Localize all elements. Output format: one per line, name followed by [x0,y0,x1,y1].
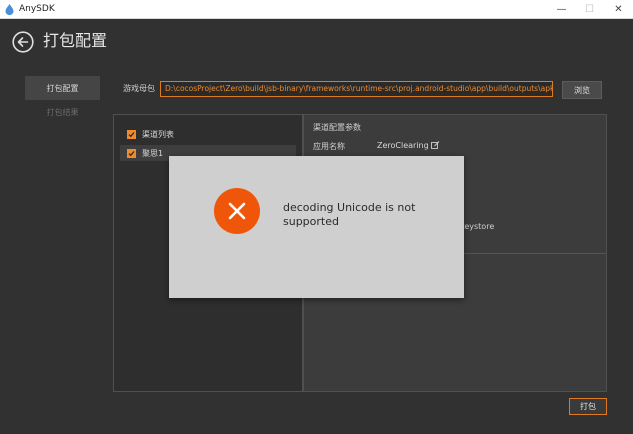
error-x-icon [214,188,260,234]
side-nav: 打包配置 打包结果 [25,76,100,124]
config-section-title: 渠道配置参数 [313,123,361,132]
app-name-value[interactable]: ZeroClearing [377,141,440,150]
checkbox-checked-icon[interactable] [127,148,136,158]
nav-item-pack-result[interactable]: 打包结果 [25,100,100,124]
app-name-label: 应用名称 [313,142,345,151]
game-package-label: 游戏母包 [123,84,155,93]
anysdk-logo-icon [5,4,14,15]
edit-icon[interactable] [430,141,440,150]
minimize-button[interactable]: — [548,0,575,19]
error-message: decoding Unicode is not supported [283,201,416,228]
maximize-button[interactable]: ☐ [576,0,603,19]
channel-list-label: 渠道列表 [142,129,174,139]
channel-name: 聚思1 [142,148,164,158]
nav-item-pack-config[interactable]: 打包配置 [25,76,100,100]
keystore-label: keystore [460,222,495,231]
window-title: AnySDK [19,4,55,14]
page-title: 打包配置 [43,31,108,50]
app-name-text: ZeroClearing [377,141,429,150]
checkbox-checked-icon[interactable] [127,129,136,139]
channel-list-header-row[interactable]: 渠道列表 [120,126,296,142]
browse-button[interactable]: 浏览 [562,81,602,99]
game-package-path-input[interactable]: D:\cocosProject\Zero\build\jsb-binary\fr… [160,81,553,97]
close-button[interactable]: ✕ [605,0,632,19]
title-bar: AnySDK — ☐ ✕ [0,0,633,19]
back-arrow-icon[interactable] [12,31,34,53]
app-window: AnySDK — ☐ ✕ 打包配置 打包配置 打包结果 游戏母包 D:\coco… [0,0,633,434]
pack-button[interactable]: 打包 [569,398,607,415]
error-dialog: decoding Unicode is not supported [169,156,464,298]
